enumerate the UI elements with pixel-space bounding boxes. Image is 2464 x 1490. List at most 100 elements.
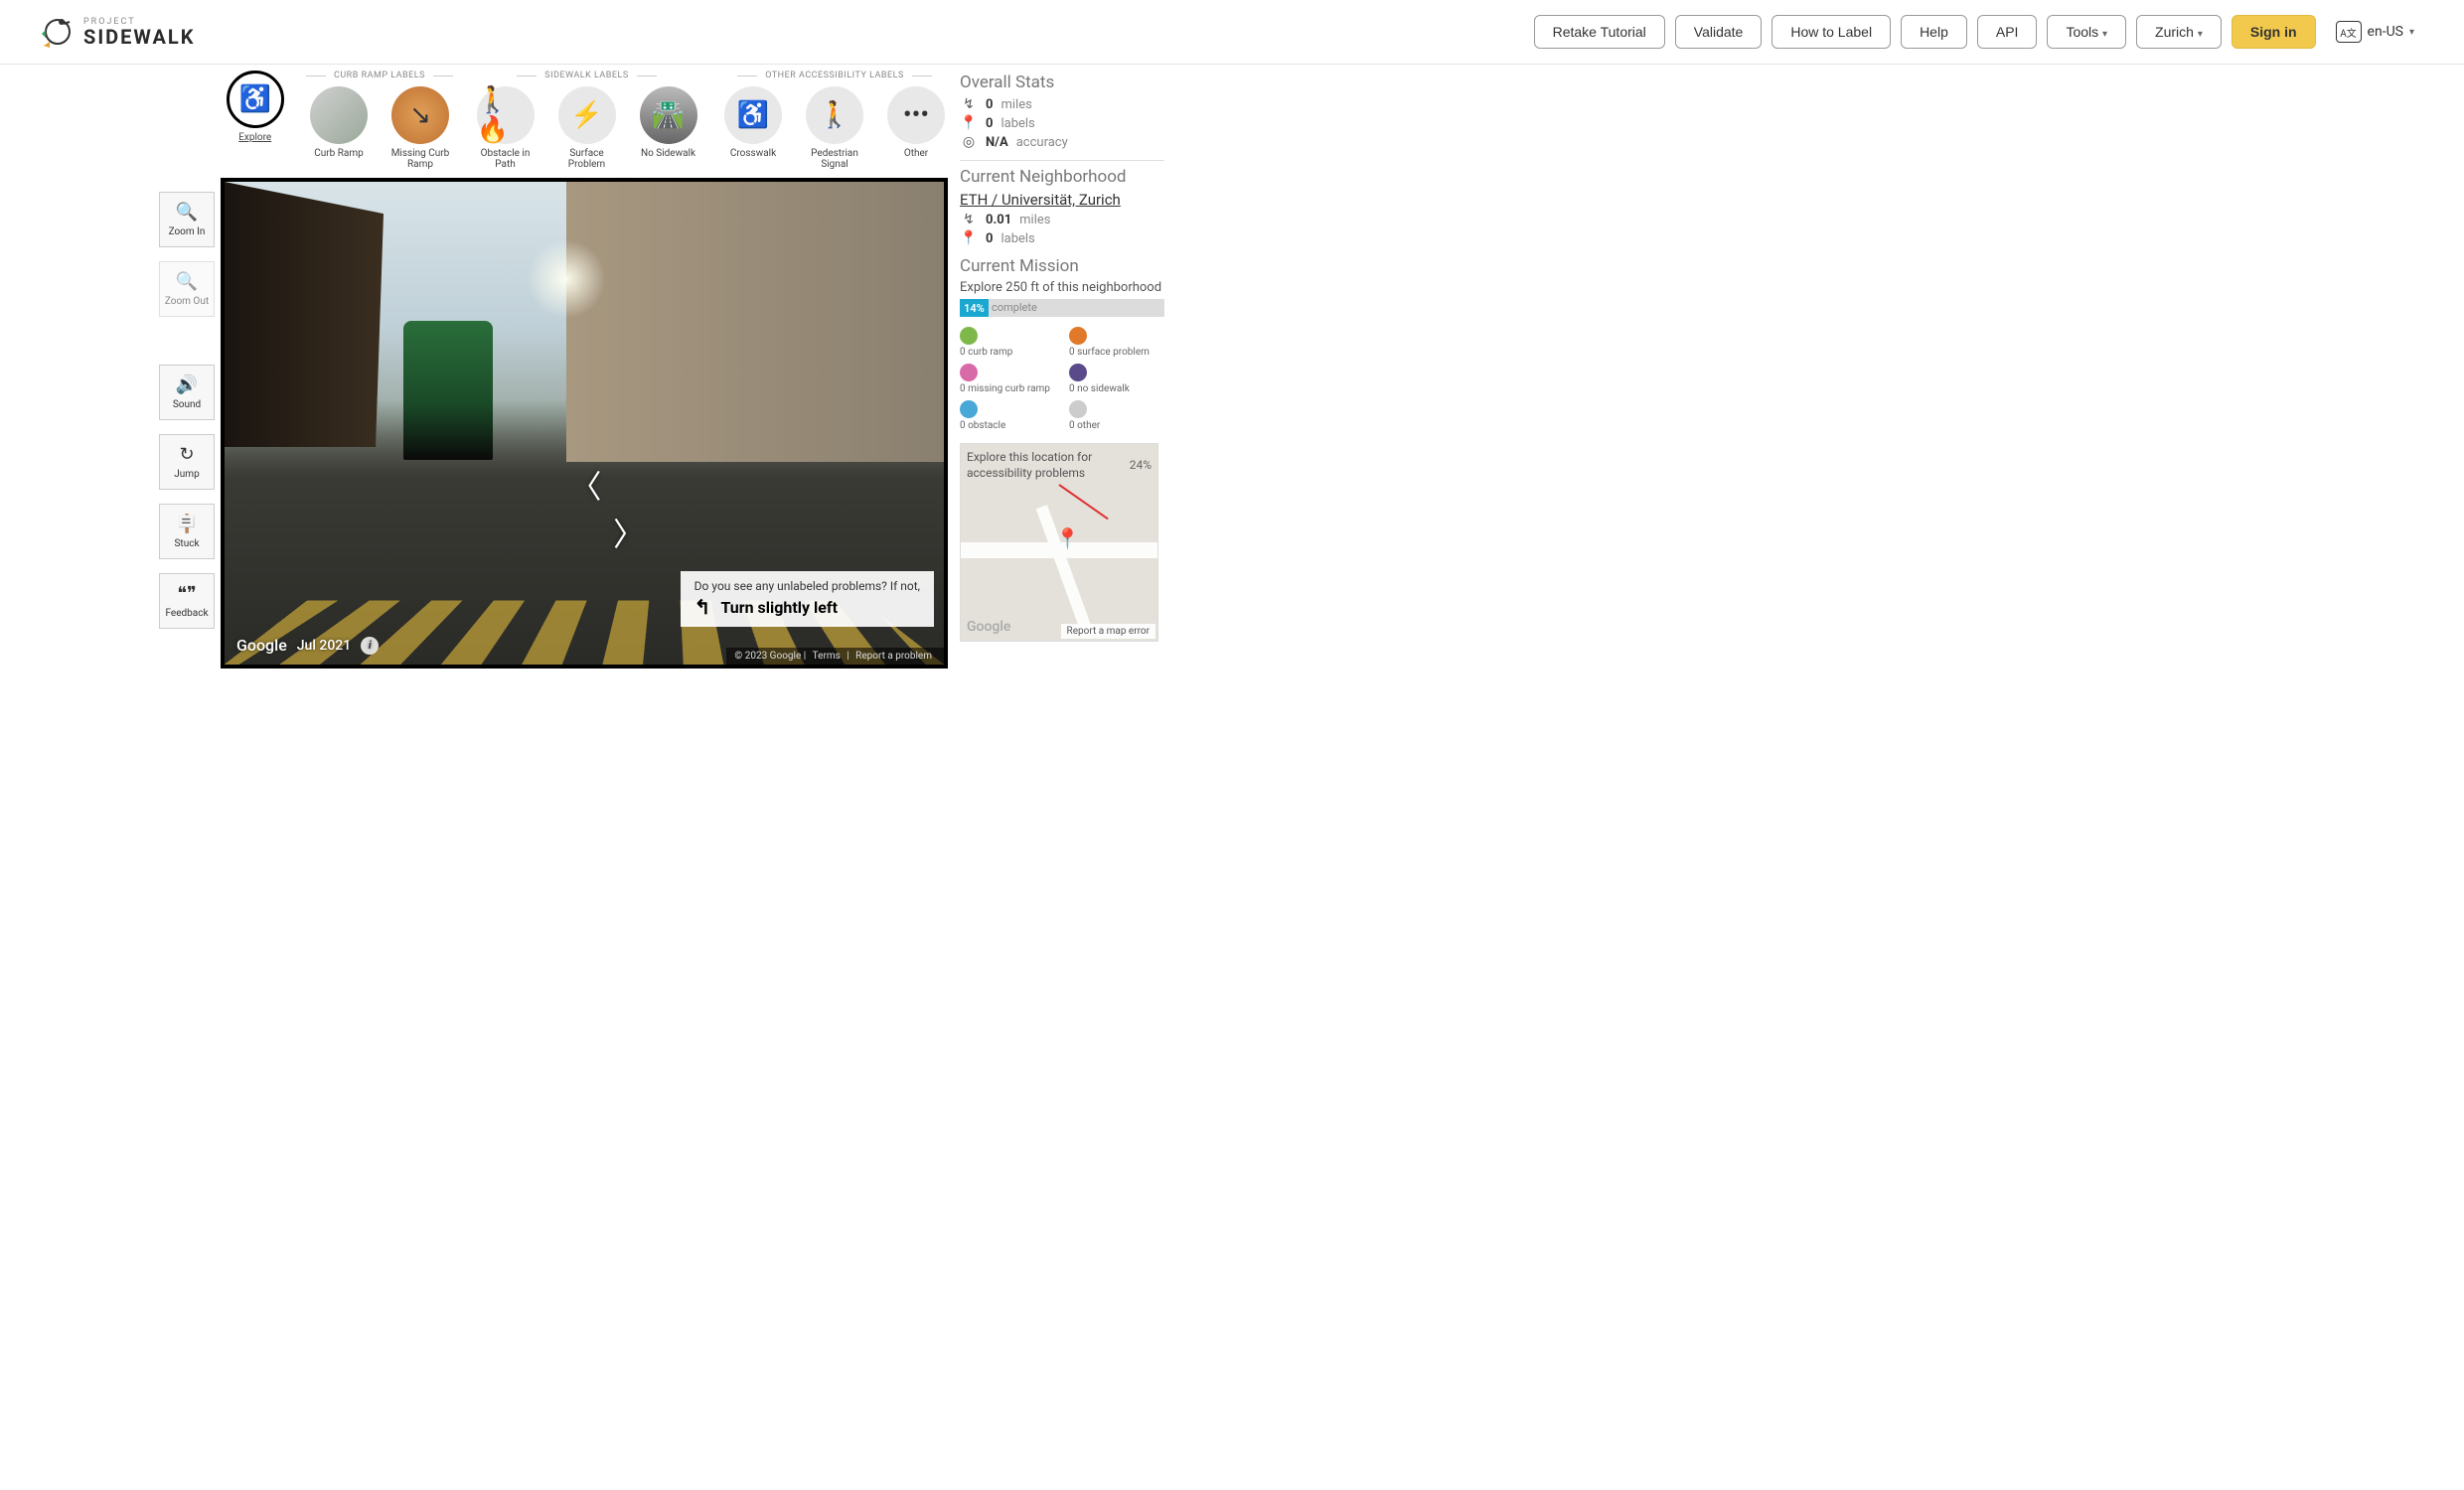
streetview-footer: © 2023 Google | Terms | Report a problem bbox=[726, 648, 944, 665]
legend-missing-curb: 0 missing curb ramp bbox=[960, 364, 1055, 394]
curb-ramp-icon bbox=[310, 86, 368, 144]
label-count-legend: 0 curb ramp 0 surface problem 0 missing … bbox=[960, 327, 1164, 431]
tools-dropdown[interactable]: Tools ▾ bbox=[2047, 15, 2126, 49]
zoom-in-button[interactable]: 🔍 Zoom In bbox=[159, 192, 215, 247]
api-button[interactable]: API bbox=[1977, 15, 2038, 49]
legend-no-sidewalk-text: 0 no sidewalk bbox=[1069, 383, 1130, 394]
retake-tutorial-button[interactable]: Retake Tutorial bbox=[1534, 15, 1665, 49]
legend-dot-icon bbox=[960, 400, 978, 418]
zoom-out-button[interactable]: 🔍 Zoom Out bbox=[159, 261, 215, 317]
mission-description: Explore 250 ft of this neighborhood bbox=[960, 280, 1164, 295]
obstacle-label: Obstacle in Path bbox=[470, 148, 541, 170]
pedestrian-signal-tool[interactable]: 🚶 Pedestrian Signal bbox=[799, 86, 870, 170]
neighborhood-link[interactable]: ETH / Universität, Zurich bbox=[960, 191, 1164, 209]
minimap-route-line bbox=[1058, 484, 1108, 520]
pin-icon: 📍 bbox=[960, 115, 978, 131]
neighborhood-title: Current Neighborhood bbox=[960, 167, 1164, 187]
copyright-text: © 2023 Google bbox=[734, 651, 801, 662]
streetview-panorama[interactable]: 〈 〉 Do you see any unlabeled problems? I… bbox=[221, 178, 948, 669]
report-map-error-link[interactable]: Report a map error bbox=[1061, 624, 1155, 639]
sound-label: Sound bbox=[173, 399, 201, 410]
crosswalk-icon: ♿ bbox=[724, 86, 782, 144]
neigh-labels-value: 0 bbox=[986, 231, 993, 246]
zoom-in-label: Zoom In bbox=[169, 226, 206, 237]
sidewalk-group: SIDEWALK LABELS 🚶🔥 Obstacle in Path ⚡ Su… bbox=[470, 71, 704, 170]
legend-surface: 0 surface problem bbox=[1069, 327, 1164, 358]
brand-text: PROJECT SIDEWALK bbox=[83, 18, 195, 47]
sound-button[interactable]: 🔊 Sound bbox=[159, 365, 215, 420]
surface-label: Surface Problem bbox=[551, 148, 623, 170]
nav-button-group: Retake Tutorial Validate How to Label He… bbox=[1534, 15, 2424, 49]
surface-problem-tool[interactable]: ⚡ Surface Problem bbox=[551, 86, 623, 170]
minimap[interactable]: Explore this location for accessibility … bbox=[960, 443, 1158, 642]
jump-button[interactable]: ↻ Jump bbox=[159, 434, 215, 490]
report-problem-link[interactable]: Report a problem bbox=[855, 651, 932, 662]
no-sidewalk-tool[interactable]: 🛣️ No Sidewalk bbox=[633, 86, 704, 170]
crosswalk-tool[interactable]: ♿ Crosswalk bbox=[717, 86, 789, 170]
sv-building-right bbox=[566, 182, 944, 462]
minimap-road bbox=[1036, 506, 1095, 639]
curb-ramp-tool[interactable]: Curb Ramp bbox=[303, 86, 375, 170]
legend-curb-ramp-text: 0 curb ramp bbox=[960, 347, 1012, 358]
pin-icon: 📍 bbox=[960, 230, 978, 246]
pegman-icon[interactable]: 📍 bbox=[1055, 526, 1080, 550]
sv-sun-flare bbox=[527, 239, 606, 319]
other-label: Other bbox=[904, 148, 928, 159]
label-toolbar: ♿ Explore CURB RAMP LABELS Curb Ramp ↘ M… bbox=[221, 71, 952, 178]
brand-name: SIDEWALK bbox=[83, 27, 195, 47]
crosswalk-label: Crosswalk bbox=[730, 148, 776, 159]
language-label: en-US bbox=[2368, 24, 2403, 40]
mission-progress-bar: 14% complete bbox=[960, 299, 1164, 317]
no-sidewalk-label: No Sidewalk bbox=[641, 148, 695, 159]
jump-label: Jump bbox=[174, 469, 199, 480]
overall-stats-section: Overall Stats ↯ 0 miles 📍 0 labels ◎ N/A… bbox=[960, 73, 1164, 150]
legend-obstacle: 0 obstacle bbox=[960, 400, 1055, 431]
jump-icon: ↻ bbox=[179, 444, 194, 465]
feedback-icon: ❝❞ bbox=[177, 583, 196, 604]
no-sidewalk-icon: 🛣️ bbox=[640, 86, 697, 144]
overall-miles-unit: miles bbox=[1001, 97, 1031, 112]
neigh-miles-unit: miles bbox=[1019, 213, 1050, 227]
mission-section: Current Mission Explore 250 ft of this n… bbox=[960, 256, 1164, 317]
missing-curb-ramp-tool[interactable]: ↘ Missing Curb Ramp bbox=[385, 86, 456, 170]
obstacle-tool[interactable]: 🚶🔥 Obstacle in Path bbox=[470, 86, 541, 170]
overall-accuracy-value: N/A bbox=[986, 135, 1008, 150]
chevron-down-icon: ▾ bbox=[2198, 29, 2203, 40]
city-dropdown[interactable]: Zurich ▾ bbox=[2136, 15, 2222, 49]
nav-arrow-icon[interactable]: 〉 bbox=[613, 510, 645, 555]
stuck-button[interactable]: 🪧 Stuck bbox=[159, 504, 215, 559]
brand-logo[interactable]: PROJECT SIDEWALK bbox=[40, 14, 195, 50]
signin-button[interactable]: Sign in bbox=[2232, 15, 2316, 49]
target-icon: ◎ bbox=[960, 134, 978, 150]
legend-other-text: 0 other bbox=[1069, 420, 1100, 431]
feedback-button[interactable]: ❝❞ Feedback bbox=[159, 573, 215, 629]
missing-curb-label: Missing Curb Ramp bbox=[385, 148, 456, 170]
neigh-miles-value: 0.01 bbox=[986, 213, 1011, 227]
how-to-label-button[interactable]: How to Label bbox=[1771, 15, 1891, 49]
legend-dot-icon bbox=[960, 364, 978, 381]
instruction-prompt: Do you see any unlabeled problems? If no… bbox=[681, 571, 934, 627]
prompt-action: Turn slightly left bbox=[720, 598, 838, 617]
info-icon[interactable]: i bbox=[361, 637, 379, 655]
validate-button[interactable]: Validate bbox=[1675, 15, 1763, 49]
main-content: 🔍 Zoom In 🔍 Zoom Out 🔊 Sound ↻ Jump 🪧 St… bbox=[0, 65, 2464, 669]
sidewalk-group-header: SIDEWALK LABELS bbox=[544, 71, 628, 80]
overall-labels-unit: labels bbox=[1001, 116, 1034, 131]
minimap-google-logo: Google bbox=[967, 619, 1010, 635]
ped-signal-label: Pedestrian Signal bbox=[799, 148, 870, 170]
sound-icon: 🔊 bbox=[176, 374, 198, 395]
language-selector[interactable]: A文 en-US ▾ bbox=[2326, 15, 2424, 49]
legend-no-sidewalk: 0 no sidewalk bbox=[1069, 364, 1164, 394]
wheelchair-icon: ♿ bbox=[227, 71, 284, 128]
obstacle-icon: 🚶🔥 bbox=[477, 86, 535, 144]
help-button[interactable]: Help bbox=[1901, 15, 1967, 49]
overall-miles-value: 0 bbox=[986, 97, 993, 112]
legend-other: 0 other bbox=[1069, 400, 1164, 431]
legend-missing-curb-text: 0 missing curb ramp bbox=[960, 383, 1050, 394]
right-sidebar: Overall Stats ↯ 0 miles 📍 0 labels ◎ N/A… bbox=[960, 73, 1164, 669]
explore-tool[interactable]: ♿ Explore bbox=[221, 71, 289, 143]
sv-building-left bbox=[225, 182, 384, 447]
other-tool[interactable]: ••• Other bbox=[880, 86, 952, 170]
terms-link[interactable]: Terms bbox=[813, 651, 841, 662]
nav-arrow-icon[interactable]: 〈 bbox=[570, 462, 602, 508]
